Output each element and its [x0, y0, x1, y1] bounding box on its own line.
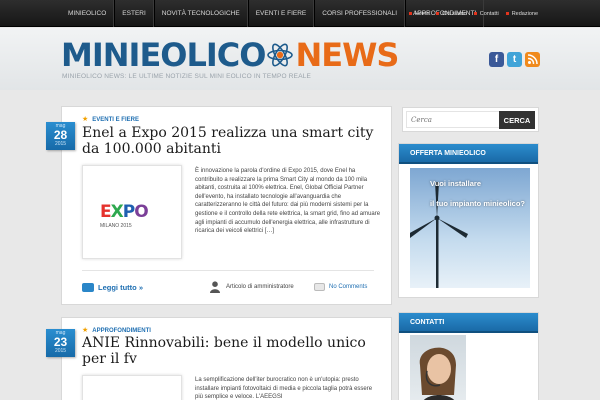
logo-text-news: NEWS	[295, 36, 399, 74]
post-excerpt: È innovazione la parola d'ordine di Expo…	[195, 168, 381, 235]
twitter-icon[interactable]: t	[507, 52, 522, 67]
comment-bubble-icon	[82, 283, 94, 292]
widget-title: CONTATTI	[399, 313, 538, 333]
site-tagline: MINIEOLICO NEWS: LE ULTIME NOTIZIE SUL M…	[62, 73, 312, 80]
nav-item-novita-tecnologiche[interactable]: NOVITÀ TECNOLOGICHE	[153, 0, 248, 27]
post-divider	[82, 270, 374, 271]
post-card: EVENTI E FIERE Enel a Expo 2015 realizza…	[61, 106, 392, 305]
site-logo[interactable]: MINIEOLICO NEWS	[61, 35, 399, 75]
site-header: MINIEOLICO NEWS MINIEOLICO NEWS: LE ULTI…	[0, 28, 600, 90]
expo-logo: E X P O	[100, 202, 149, 222]
contact-operator-image[interactable]	[410, 335, 466, 400]
secondary-menu: Home Chi siamo Contatti Redazione	[402, 0, 538, 27]
read-more-link[interactable]: Leggi tutto »	[82, 283, 143, 292]
nav-item-corsi-professionali[interactable]: CORSI PROFESSIONALI	[314, 0, 406, 27]
nav-item-eventi-e-fiere[interactable]: EVENTI E FIERE	[247, 0, 315, 27]
offer-text: Vuoi installare il tuo impianto minieoli…	[430, 179, 525, 208]
operator-avatar	[419, 347, 456, 400]
post-date-badge: mag 28 2015	[46, 122, 75, 150]
secnav-home[interactable]: Home	[409, 11, 430, 17]
offer-banner[interactable]: Vuoi installare il tuo impianto minieoli…	[410, 168, 530, 288]
search-input[interactable]	[406, 111, 500, 128]
atom-icon	[267, 43, 294, 67]
post-thumbnail[interactable]	[82, 375, 182, 400]
post-title[interactable]: Enel a Expo 2015 realizza una smart city…	[82, 125, 382, 157]
nav-item-minieolico[interactable]: MINIEOLICO	[61, 0, 115, 27]
nav-item-esteri[interactable]: ESTERI	[114, 0, 154, 27]
post-category[interactable]: EVENTI E FIERE	[82, 115, 139, 123]
search-button[interactable]: CERCA	[499, 111, 535, 129]
contacts-widget: CONTATTI	[398, 312, 539, 400]
post-category[interactable]: APPROFONDIMENTI	[82, 326, 151, 334]
rss-icon[interactable]	[525, 52, 540, 67]
facebook-icon[interactable]: f	[489, 52, 504, 67]
post-card: APPROFONDIMENTI ANIE Rinnovabili: bene i…	[61, 317, 392, 400]
comments-icon	[314, 283, 325, 291]
secnav-chi-siamo[interactable]: Chi siamo	[436, 11, 466, 17]
offer-widget: OFFERTA MINIEOLICO Vuoi installare il tu…	[398, 143, 539, 298]
logo-text-minieolico: MINIEOLICO	[61, 36, 266, 74]
post-author: Articolo di amministratore	[210, 281, 294, 293]
post-date-badge: mag 23 2015	[46, 329, 75, 357]
social-links: f t	[486, 52, 540, 67]
post-thumbnail[interactable]: E X P O MILANO 2015	[82, 165, 182, 259]
secnav-redazione[interactable]: Redazione	[506, 11, 538, 17]
widget-title: OFFERTA MINIEOLICO	[399, 144, 538, 164]
post-excerpt: La semplificazione dell'iter burocratico…	[195, 377, 373, 400]
expo-caption: MILANO 2015	[100, 223, 132, 229]
comments-link[interactable]: No Comments	[314, 283, 367, 291]
top-navigation: MINIEOLICO ESTERI NOVITÀ TECNOLOGICHE EV…	[0, 0, 600, 27]
post-title[interactable]: ANIE Rinnovabili: bene il modello unico …	[82, 335, 382, 367]
search-form: CERCA	[402, 107, 539, 132]
user-icon	[210, 281, 220, 293]
secnav-contatti[interactable]: Contatti	[474, 11, 499, 17]
